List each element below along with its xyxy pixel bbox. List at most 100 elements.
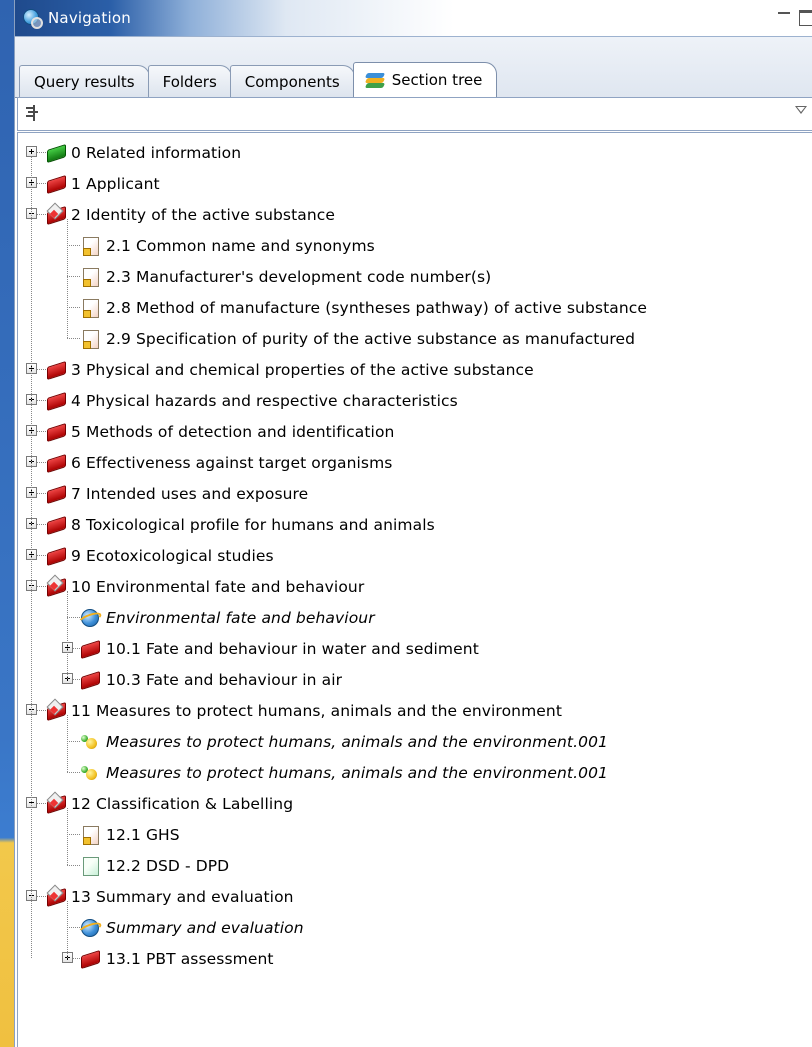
filter-toggle-icon[interactable]: [24, 105, 40, 121]
tree-item-label: 12 Classification & Labelling: [71, 794, 294, 813]
panel-title-bar: Navigation: [15, 0, 812, 36]
tab-label: Query results: [34, 72, 135, 91]
tree-connector: [37, 152, 46, 153]
tab-section-tree[interactable]: Section tree: [352, 62, 498, 97]
tree-item-label: 12.1 GHS: [106, 825, 180, 844]
red-book-marker-icon: [46, 574, 66, 598]
navigation-globe-icon: [22, 8, 43, 29]
tab-components[interactable]: Components: [229, 65, 355, 97]
tree-guide-line: [67, 591, 68, 679]
tree-item[interactable]: 2.9 Specification of purity of the activ…: [18, 323, 812, 354]
tab-folders[interactable]: Folders: [147, 65, 232, 97]
tree-connector: [67, 834, 80, 835]
tree-item[interactable]: 1 Applicant: [18, 168, 812, 199]
tree-connector: [37, 214, 46, 215]
tree-item-label: 11 Measures to protect humans, animals a…: [71, 701, 563, 720]
tree-item[interactable]: 8 Toxicological profile for humans and a…: [18, 509, 812, 540]
tree-connector: [73, 679, 80, 680]
tree-list: 0 Related information 1 Applicant 2 Identi…: [18, 137, 812, 974]
tree-item-label: 9 Ecotoxicological studies: [71, 546, 274, 565]
tree-item-label: Environmental fate and behaviour: [106, 608, 375, 627]
tree-guide-line: [67, 901, 68, 958]
tree-item-label: 2.3 Manufacturer's development code numb…: [106, 267, 492, 286]
tree-item[interactable]: 13.1 PBT assessment: [18, 943, 812, 974]
tree-connector: [37, 369, 46, 370]
tree-item[interactable]: Measures to protect humans, animals and …: [18, 726, 812, 757]
panel-title: Navigation: [48, 9, 131, 27]
tree-connector: [67, 741, 80, 742]
tree-item-label: 7 Intended uses and exposure: [71, 484, 309, 503]
tree-connector: [37, 400, 46, 401]
tree-item-label: 10.3 Fate and behaviour in air: [106, 670, 343, 689]
tree-item[interactable]: 2 Identity of the active substance: [18, 199, 812, 230]
maximize-icon[interactable]: [799, 10, 812, 26]
red-book-icon: [46, 453, 66, 474]
tree-item[interactable]: 4 Physical hazards and respective charac…: [18, 385, 812, 416]
filter-bar[interactable]: [17, 97, 812, 131]
tree-item-label: 5 Methods of detection and identificatio…: [71, 422, 395, 441]
tree-item-label: 2 Identity of the active substance: [71, 205, 336, 224]
tree-connector: [37, 462, 46, 463]
red-book-marker-icon: [46, 884, 66, 908]
desktop-background-strip: [0, 0, 14, 1047]
tree-item[interactable]: Environmental fate and behaviour: [18, 602, 812, 633]
tree-item[interactable]: 12 Classification & Labelling: [18, 788, 812, 819]
tree-item-label: Summary and evaluation: [106, 918, 304, 937]
tree-connector: [37, 183, 46, 184]
tree-item-label: 2.8 Method of manufacture (syntheses pat…: [106, 298, 648, 317]
tree-item[interactable]: Summary and evaluation: [18, 912, 812, 943]
tree-item-label: 12.2 DSD - DPD: [106, 856, 230, 875]
tree-item-label: 8 Toxicological profile for humans and a…: [71, 515, 435, 534]
warning-document-icon: [80, 236, 100, 256]
tree-connector: [67, 865, 80, 866]
tree-item-label: Measures to protect humans, animals and …: [106, 732, 608, 751]
tree-item[interactable]: 6 Effectiveness against target organisms: [18, 447, 812, 478]
tree-item-label: 13.1 PBT assessment: [106, 949, 274, 968]
tree-item[interactable]: 3 Physical and chemical properties of th…: [18, 354, 812, 385]
section-tree-stack-icon: [364, 71, 386, 89]
warning-document-icon: [80, 267, 100, 287]
mint-document-icon: [80, 856, 100, 876]
tree-item[interactable]: 7 Intended uses and exposure: [18, 478, 812, 509]
expand-icon[interactable]: [26, 146, 37, 157]
tree-item[interactable]: 12.1 GHS: [18, 819, 812, 850]
minimize-icon[interactable]: [778, 12, 790, 14]
tree-item[interactable]: 2.3 Manufacturer's development code numb…: [18, 261, 812, 292]
tree-guide-line: [67, 715, 68, 772]
tree-connector: [67, 307, 80, 308]
tree-guide-line: [67, 808, 68, 865]
tree-item[interactable]: 5 Methods of detection and identificatio…: [18, 416, 812, 447]
tree-item[interactable]: 10.3 Fate and behaviour in air: [18, 664, 812, 695]
tree-item-label: 2.1 Common name and synonyms: [106, 236, 375, 255]
tree-connector: [37, 524, 46, 525]
dropdown-arrow-icon[interactable]: [795, 106, 807, 114]
tree-item-label: 10 Environmental fate and behaviour: [71, 577, 365, 596]
tree-connector: [37, 431, 46, 432]
tree-connector: [37, 493, 46, 494]
tree-item[interactable]: 10 Environmental fate and behaviour: [18, 571, 812, 602]
tree-item[interactable]: 2.8 Method of manufacture (syntheses pat…: [18, 292, 812, 323]
red-book-icon: [80, 670, 100, 691]
tree-item[interactable]: 2.1 Common name and synonyms: [18, 230, 812, 261]
tree-connector: [73, 648, 80, 649]
tab-label: Components: [244, 72, 340, 91]
tree-item-label: 6 Effectiveness against target organisms: [71, 453, 393, 472]
tree-item-label: 4 Physical hazards and respective charac…: [71, 391, 458, 410]
tree-item[interactable]: 10.1 Fate and behaviour in water and sed…: [18, 633, 812, 664]
tree-item[interactable]: 0 Related information: [18, 137, 812, 168]
tree-item[interactable]: 13 Summary and evaluation: [18, 881, 812, 912]
red-book-marker-icon: [46, 791, 66, 815]
tree-item[interactable]: 9 Ecotoxicological studies: [18, 540, 812, 571]
tree-item-label: 3 Physical and chemical properties of th…: [71, 360, 534, 379]
tree-item-label: 13 Summary and evaluation: [71, 887, 294, 906]
measures-dots-icon: [80, 763, 100, 783]
endpoint-globe-icon: [77, 918, 103, 938]
tree-item[interactable]: 12.2 DSD - DPD: [18, 850, 812, 881]
tab-label: Folders: [162, 72, 217, 91]
warning-document-icon: [80, 298, 100, 318]
red-book-icon: [46, 484, 66, 505]
tree-connector: [37, 803, 46, 804]
tree-item[interactable]: Measures to protect humans, animals and …: [18, 757, 812, 788]
tree-item[interactable]: 11 Measures to protect humans, animals a…: [18, 695, 812, 726]
tab-query-results[interactable]: Query results: [19, 65, 150, 97]
